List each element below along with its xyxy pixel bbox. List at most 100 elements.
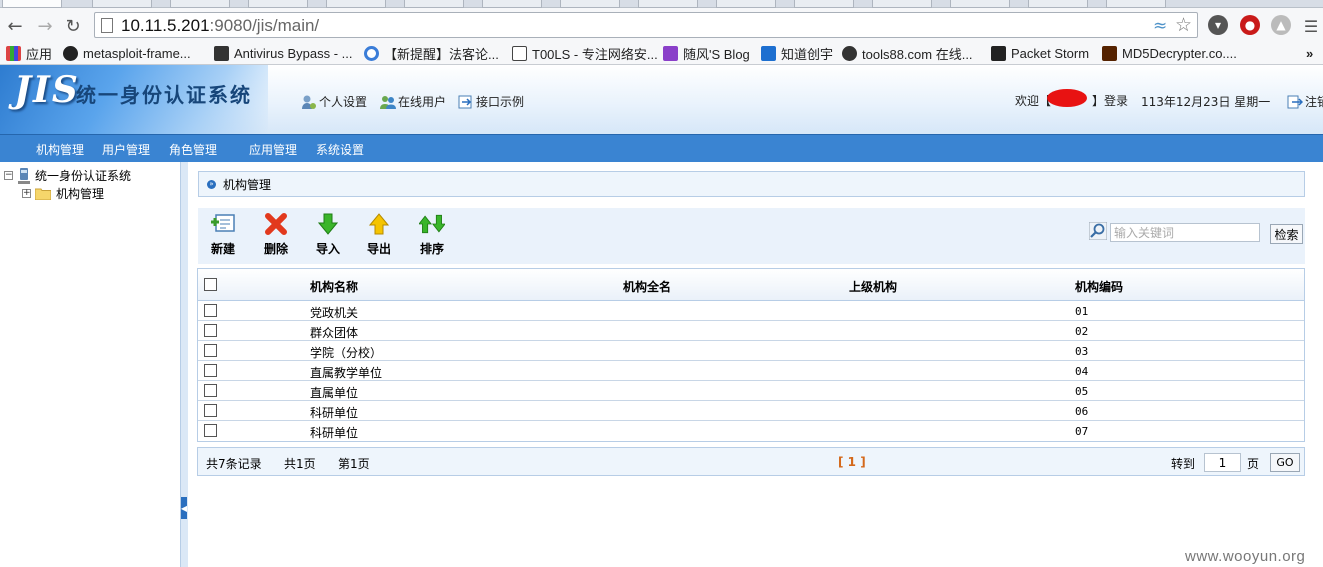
address-bar[interactable]: 10.11.5.201:9080/jis/main/ ≈ ☆ bbox=[94, 12, 1198, 38]
logout-label: 注销 bbox=[1305, 95, 1323, 109]
browser-tab[interactable] bbox=[404, 0, 464, 8]
cell-name: 直属单位 bbox=[310, 386, 359, 400]
row-checkbox[interactable] bbox=[204, 424, 217, 437]
cell-name: 党政机关 bbox=[310, 306, 359, 320]
delete-button[interactable]: 删除 bbox=[256, 212, 296, 257]
reload-icon[interactable]: ↻ bbox=[62, 14, 84, 38]
bookmark-md5decrypter[interactable]: MD5Decrypter.co.... bbox=[1102, 44, 1237, 62]
search-button[interactable]: 检索 bbox=[1270, 224, 1303, 244]
star-icon[interactable]: ☆ bbox=[1175, 14, 1192, 36]
row-checkbox[interactable] bbox=[204, 384, 217, 397]
new-button[interactable]: 新建 bbox=[203, 212, 243, 257]
browser-tab[interactable] bbox=[326, 0, 386, 8]
adblock-icon[interactable]: ● bbox=[1240, 15, 1260, 35]
collapse-panel-icon[interactable]: ◀ bbox=[181, 497, 187, 519]
forward-icon[interactable]: → bbox=[34, 14, 56, 38]
table-row[interactable]: 科研单位 06 bbox=[198, 401, 1304, 421]
bookmark-tools88[interactable]: tools88.com 在线... bbox=[842, 44, 973, 62]
browser-tab[interactable] bbox=[170, 0, 230, 8]
expand-icon[interactable]: + bbox=[22, 189, 31, 198]
bookmark-suifeng-blog[interactable]: 随风'S Blog bbox=[663, 44, 750, 62]
table-row[interactable]: 直属教学单位 04 bbox=[198, 361, 1304, 381]
cell-name: 群众团体 bbox=[310, 326, 359, 340]
row-checkbox[interactable] bbox=[204, 404, 217, 417]
personal-settings-link[interactable]: 个人设置 bbox=[301, 93, 367, 110]
row-checkbox[interactable] bbox=[204, 344, 217, 357]
content-title-bar: » 机构管理 bbox=[198, 171, 1305, 197]
record-count: 共7条记录 bbox=[206, 457, 262, 471]
cell-code: 01 bbox=[1075, 305, 1089, 318]
search-input[interactable] bbox=[1110, 223, 1260, 242]
bookmark-fake-forum[interactable]: 【新提醒】法客论... bbox=[364, 44, 499, 62]
import-button[interactable]: 导入 bbox=[308, 212, 348, 257]
bookmark-label: metasploit-frame... bbox=[83, 45, 191, 61]
search-icon bbox=[1088, 221, 1108, 241]
table-row[interactable]: 党政机关 01 bbox=[198, 301, 1304, 321]
bookmark-knownsec[interactable]: 知道创宇 bbox=[761, 44, 833, 62]
ghostery-icon[interactable]: ▲ bbox=[1271, 15, 1291, 35]
nav-role-management[interactable]: 角色管理 bbox=[169, 141, 217, 158]
bookmark-label: MD5Decrypter.co.... bbox=[1122, 45, 1237, 61]
sort-button[interactable]: 排序 bbox=[412, 212, 452, 257]
browser-tab[interactable] bbox=[248, 0, 308, 8]
row-checkbox[interactable] bbox=[204, 364, 217, 377]
sort-button-label: 排序 bbox=[419, 242, 444, 256]
import-button-label: 导入 bbox=[315, 242, 340, 256]
cell-code: 03 bbox=[1075, 345, 1089, 358]
export-button[interactable]: 导出 bbox=[359, 212, 399, 257]
org-table: 机构名称 机构全名 上级机构 机构编码 党政机关 01 群众团体 02 学院（分… bbox=[197, 268, 1305, 442]
table-row[interactable]: 学院（分校） 03 bbox=[198, 341, 1304, 361]
browser-tab[interactable] bbox=[1028, 0, 1088, 8]
bookmark-label: 【新提醒】法客论... bbox=[384, 46, 499, 62]
bookmark-apps[interactable]: 应用 bbox=[6, 44, 52, 62]
browser-tab[interactable] bbox=[92, 0, 152, 8]
browser-tab[interactable] bbox=[1106, 0, 1166, 8]
table-row[interactable]: 群众团体 02 bbox=[198, 321, 1304, 341]
browser-tab[interactable] bbox=[872, 0, 932, 8]
cell-name: 科研单位 bbox=[310, 406, 359, 420]
nav-app-management[interactable]: 应用管理 bbox=[249, 141, 297, 158]
cell-name: 科研单位 bbox=[310, 426, 359, 440]
column-header-name[interactable]: 机构名称 bbox=[310, 278, 358, 295]
bookmark-metasploit[interactable]: metasploit-frame... bbox=[63, 44, 191, 62]
browser-tab-active[interactable] bbox=[2, 0, 62, 8]
nav-org-management[interactable]: 机构管理 bbox=[36, 141, 84, 158]
browser-tab[interactable] bbox=[482, 0, 542, 8]
select-all-checkbox[interactable] bbox=[204, 278, 217, 291]
table-row[interactable]: 直属单位 05 bbox=[198, 381, 1304, 401]
column-header-parent[interactable]: 上级机构 bbox=[849, 278, 897, 295]
row-checkbox[interactable] bbox=[204, 304, 217, 317]
browser-tab[interactable] bbox=[560, 0, 620, 8]
system-title: 统一身份认证系统 bbox=[76, 83, 252, 107]
redaction-mark bbox=[1047, 89, 1087, 107]
collapse-icon[interactable]: − bbox=[4, 171, 13, 180]
browser-tab[interactable] bbox=[716, 0, 776, 8]
bookmark-antivirus-bypass[interactable]: Antivirus Bypass - ... bbox=[214, 44, 352, 62]
logout-link[interactable]: 注销 bbox=[1287, 93, 1323, 110]
column-header-fullname[interactable]: 机构全名 bbox=[623, 278, 671, 295]
column-header-code[interactable]: 机构编码 bbox=[1075, 278, 1123, 295]
bookmark-favicon-icon bbox=[214, 45, 229, 61]
table-row[interactable]: 科研单位 07 bbox=[198, 421, 1304, 441]
browser-tab[interactable] bbox=[950, 0, 1010, 8]
cell-code: 07 bbox=[1075, 425, 1089, 438]
nav-user-management[interactable]: 用户管理 bbox=[102, 141, 150, 158]
tree-root[interactable]: − 统一身份认证系统 bbox=[4, 167, 131, 184]
api-example-link[interactable]: 接口示例 bbox=[458, 93, 524, 110]
shield-extension-icon[interactable]: ▾ bbox=[1208, 15, 1228, 35]
row-checkbox[interactable] bbox=[204, 324, 217, 337]
go-button[interactable]: GO bbox=[1270, 453, 1300, 472]
bookmark-t00ls[interactable]: T00LS - 专注网络安... bbox=[512, 44, 658, 62]
browser-tab[interactable] bbox=[638, 0, 698, 8]
extension-swirl-icon[interactable]: ≈ bbox=[1153, 16, 1167, 36]
online-users-link[interactable]: 在线用户 bbox=[380, 93, 446, 110]
menu-icon[interactable]: ☰ bbox=[1300, 14, 1322, 38]
bookmark-packet-storm[interactable]: Packet Storm bbox=[991, 44, 1089, 62]
page-link-1[interactable]: [ 1 ] bbox=[838, 455, 866, 469]
tree-node-org-management[interactable]: + 机构管理 bbox=[22, 185, 104, 202]
browser-tab[interactable] bbox=[794, 0, 854, 8]
bookmarks-overflow-icon[interactable]: » bbox=[1306, 44, 1313, 62]
nav-system-settings[interactable]: 系统设置 bbox=[316, 141, 364, 158]
back-icon[interactable]: ← bbox=[4, 14, 26, 38]
goto-page-input[interactable] bbox=[1204, 453, 1241, 472]
